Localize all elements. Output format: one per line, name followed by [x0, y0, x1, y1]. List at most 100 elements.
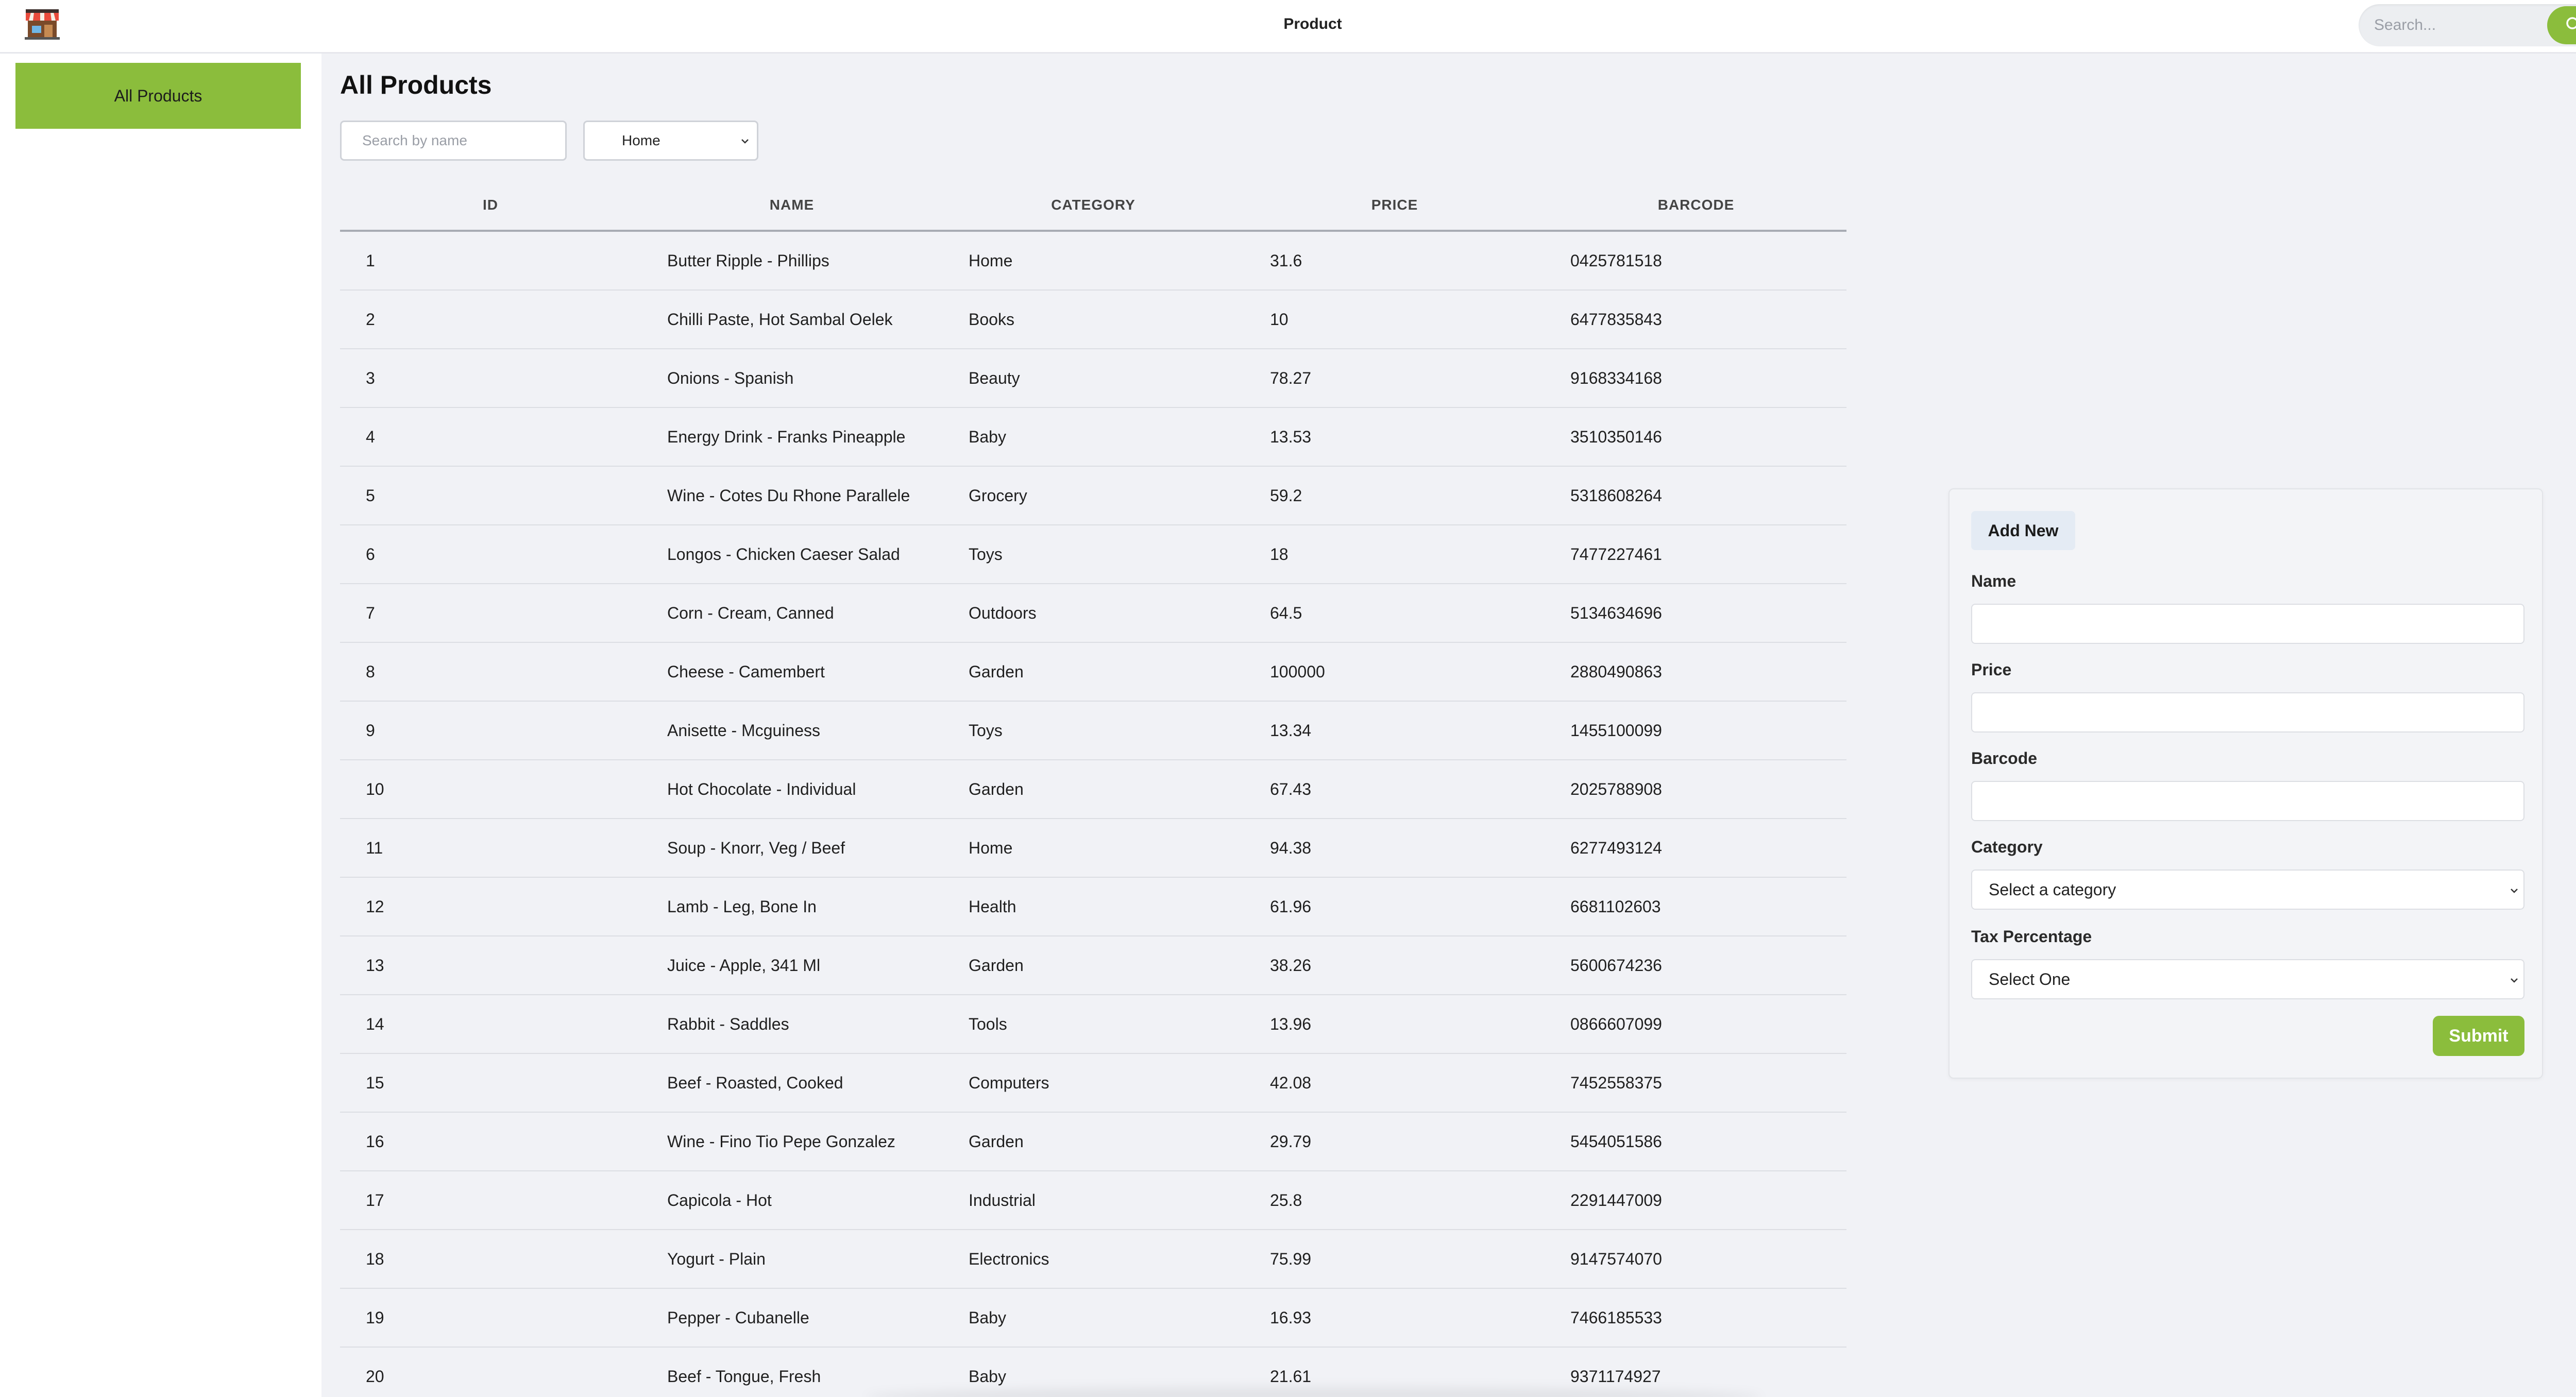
column-header-barcode[interactable]: BARCODE [1546, 197, 1846, 213]
table-row[interactable]: 10 Hot Chocolate - Individual Garden 67.43 2… [340, 760, 1846, 819]
cell-name: Anisette - Mcguiness [667, 721, 821, 740]
cell-id: 8 [366, 662, 375, 681]
table-row[interactable]: 19 Pepper - Cubanelle Baby 16.93 7466185533 [340, 1289, 1846, 1348]
category-label: Category [1971, 838, 2043, 856]
cell-barcode: 7477227461 [1570, 545, 1662, 564]
cell-price: 31.6 [1270, 251, 1302, 270]
table-row[interactable]: 11 Soup - Knorr, Veg / Beef Home 94.38 62774… [340, 819, 1846, 878]
cell-barcode: 5454051586 [1570, 1132, 1662, 1151]
cell-barcode: 9147574070 [1570, 1250, 1662, 1268]
search-button[interactable] [2547, 6, 2576, 44]
table-row[interactable]: 3 Onions - Spanish Beauty 78.27 9168334168 [340, 349, 1846, 408]
cell-category: Baby [969, 428, 1006, 446]
cell-id: 2 [366, 310, 375, 329]
table-row[interactable]: 17 Capicola - Hot Industrial 25.8 2291447009 [340, 1171, 1846, 1230]
cell-barcode: 5318608264 [1570, 486, 1662, 505]
cell-name: Onions - Spanish [667, 369, 794, 387]
table-row[interactable]: 5 Wine - Cotes Du Rhone Parallele Grocery 5… [340, 467, 1846, 525]
table-body: 1 Butter Ripple - Phillips Home 31.6 0425781… [340, 232, 1846, 1397]
app-title: Product [1283, 15, 1342, 32]
cell-barcode: 2025788908 [1570, 780, 1662, 798]
category-select[interactable]: Select a category [1971, 870, 2524, 910]
cell-barcode: 6681102603 [1570, 897, 1661, 916]
cell-category: Outdoors [969, 604, 1037, 622]
page-title: All Products [340, 71, 492, 99]
cell-category: Garden [969, 956, 1024, 975]
table-row[interactable]: 4 Energy Drink - Franks Pineapple Baby 13.5… [340, 408, 1846, 467]
table-row[interactable]: 15 Beef - Roasted, Cooked Computers 42.08 74… [340, 1054, 1846, 1113]
cell-category: Tools [969, 1015, 1007, 1033]
cell-price: 13.53 [1270, 428, 1312, 446]
table-header: ID NAME CATEGORY PRICE BARCODE [340, 185, 1846, 232]
name-field[interactable] [1971, 604, 2524, 644]
cell-category: Toys [969, 545, 1003, 564]
column-header-price[interactable]: PRICE [1244, 197, 1545, 213]
table-row[interactable]: 14 Rabbit - Saddles Tools 13.96 0866607099 [340, 995, 1846, 1054]
column-header-name[interactable]: NAME [641, 197, 942, 213]
cell-id: 14 [366, 1015, 384, 1033]
cell-id: 16 [366, 1132, 384, 1151]
top-bar: Product [0, 0, 2576, 54]
table-row[interactable]: 13 Juice - Apple, 341 Ml Garden 38.26 560067… [340, 936, 1846, 995]
cell-price: 42.08 [1270, 1074, 1312, 1092]
cell-price: 67.43 [1270, 780, 1312, 798]
cell-id: 10 [366, 780, 384, 798]
tab-add-new[interactable]: Add New [1971, 511, 2075, 550]
chevron-down-icon [2508, 883, 2520, 898]
cell-category: Beauty [969, 369, 1020, 387]
cell-barcode: 0866607099 [1570, 1015, 1662, 1033]
cell-name: Corn - Cream, Canned [667, 604, 834, 622]
cell-price: 78.27 [1270, 369, 1312, 387]
category-filter-select[interactable]: Home [583, 121, 758, 161]
column-header-category[interactable]: CATEGORY [943, 197, 1244, 213]
cell-price: 61.96 [1270, 897, 1312, 916]
table-row[interactable]: 8 Cheese - Camembert Garden 100000 288049086… [340, 643, 1846, 702]
submit-button[interactable]: Submit [2433, 1016, 2524, 1056]
table-row[interactable]: 2 Chilli Paste, Hot Sambal Oelek Books 10 64… [340, 291, 1846, 349]
category-filter-value: Home [622, 132, 660, 148]
tax-percentage-select[interactable]: Select One [1971, 959, 2524, 999]
cell-category: Grocery [969, 486, 1027, 505]
table-row[interactable]: 9 Anisette - Mcguiness Toys 13.34 1455100099 [340, 702, 1846, 760]
cell-barcode: 9371174927 [1570, 1367, 1661, 1386]
global-search-input[interactable] [2374, 12, 2529, 38]
table-row[interactable]: 1 Butter Ripple - Phillips Home 31.6 0425781… [340, 232, 1846, 291]
table-row[interactable]: 12 Lamb - Leg, Bone In Health 61.96 66811026… [340, 878, 1846, 936]
tax-percentage-select-value: Select One [1989, 969, 2071, 989]
cell-category: Baby [969, 1367, 1006, 1386]
barcode-label: Barcode [1971, 749, 2038, 768]
table-row[interactable]: 18 Yogurt - Plain Electronics 75.99 91475740… [340, 1230, 1846, 1289]
cell-name: Rabbit - Saddles [667, 1015, 789, 1033]
cell-name: Cheese - Camembert [667, 662, 825, 681]
products-table: ID NAME CATEGORY PRICE BARCODE 1 Butter R… [340, 185, 1846, 1397]
sidebar-item-all-products[interactable]: All Products [15, 63, 301, 129]
cell-barcode: 2291447009 [1570, 1191, 1662, 1209]
price-field[interactable] [1971, 692, 2524, 732]
cell-id: 13 [366, 956, 384, 975]
cell-id: 17 [366, 1191, 384, 1209]
cell-category: Garden [969, 1132, 1024, 1151]
table-row[interactable]: 16 Wine - Fino Tio Pepe Gonzalez Garden 29.… [340, 1113, 1846, 1171]
sidebar: All Products [0, 54, 321, 1397]
cell-name: Longos - Chicken Caeser Salad [667, 545, 900, 564]
column-header-id[interactable]: ID [340, 197, 641, 213]
cell-price: 10 [1270, 310, 1289, 329]
cell-name: Capicola - Hot [667, 1191, 772, 1209]
cell-name: Wine - Fino Tio Pepe Gonzalez [667, 1132, 895, 1151]
barcode-field[interactable] [1971, 781, 2524, 821]
cell-name: Beef - Roasted, Cooked [667, 1074, 843, 1092]
tax-percentage-label: Tax Percentage [1971, 927, 2092, 946]
cell-barcode: 7466185533 [1570, 1308, 1662, 1327]
table-row[interactable]: 6 Longos - Chicken Caeser Salad Toys 18 7477… [340, 525, 1846, 584]
cell-id: 4 [366, 428, 375, 446]
name-filter-input[interactable] [340, 121, 567, 161]
cell-price: 18 [1270, 545, 1289, 564]
cell-name: Yogurt - Plain [667, 1250, 766, 1268]
cell-price: 21.61 [1270, 1367, 1312, 1386]
cell-name: Lamb - Leg, Bone In [667, 897, 817, 916]
cell-price: 16.93 [1270, 1308, 1312, 1327]
category-select-value: Select a category [1989, 880, 2116, 899]
cell-barcode: 5600674236 [1570, 956, 1662, 975]
cell-category: Health [969, 897, 1016, 916]
table-row[interactable]: 7 Corn - Cream, Canned Outdoors 64.5 5134634… [340, 584, 1846, 643]
